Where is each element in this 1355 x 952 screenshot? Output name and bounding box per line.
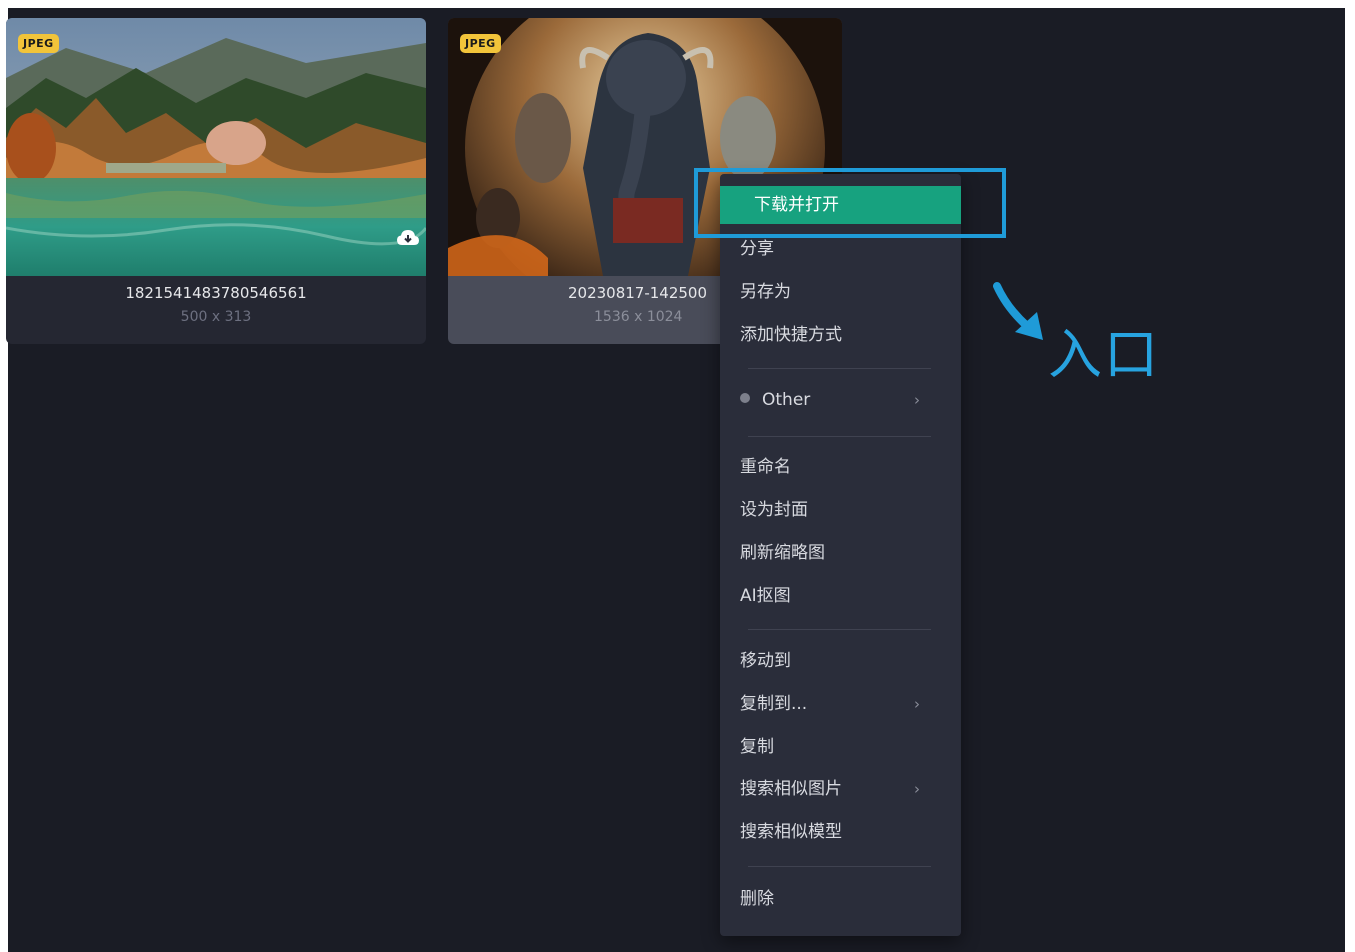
menu-separator <box>748 368 931 369</box>
menu-item-move-to[interactable]: 移动到 <box>740 642 960 680</box>
menu-item-rename[interactable]: 重命名 <box>740 448 960 486</box>
menu-item-save-as[interactable]: 另存为 <box>740 273 960 311</box>
menu-separator <box>748 629 931 630</box>
tag-dot-icon <box>740 393 750 403</box>
menu-item-set-cover[interactable]: 设为封面 <box>740 491 960 529</box>
cloud-download-icon[interactable] <box>396 227 420 251</box>
menu-separator <box>748 866 931 867</box>
menu-item-copy-to[interactable]: 复制到... › <box>740 685 960 723</box>
menu-item-add-shortcut[interactable]: 添加快捷方式 <box>740 316 960 354</box>
app-canvas: JPEG 1821541483780546561 500 x 313 JPEG … <box>6 8 1345 952</box>
chevron-right-icon: › <box>914 391 920 409</box>
chevron-right-icon: › <box>914 780 920 798</box>
menu-item-other[interactable]: Other › <box>740 381 960 419</box>
menu-separator <box>748 436 931 437</box>
file-type-badge: JPEG <box>18 34 59 53</box>
context-menu: 下载并打开 分享 另存为 添加快捷方式 Other › 重命名 设为封面 刷新缩… <box>720 174 961 936</box>
chevron-right-icon: › <box>914 695 920 713</box>
image-thumbnail-lake[interactable] <box>6 18 426 276</box>
menu-item-search-similar-images[interactable]: 搜索相似图片 › <box>740 770 960 808</box>
menu-item-copy-to-label: 复制到... <box>740 694 808 714</box>
menu-item-delete[interactable]: 删除 <box>740 880 960 918</box>
menu-item-refresh-thumbnail[interactable]: 刷新缩略图 <box>740 534 960 572</box>
file-type-badge: JPEG <box>460 34 501 53</box>
annotation-label: 入口 <box>1048 323 1160 386</box>
file-name: 1821541483780546561 <box>125 284 307 302</box>
image-card[interactable]: JPEG 1821541483780546561 500 x 313 <box>6 18 426 344</box>
menu-item-ai-cutout[interactable]: AI抠图 <box>740 577 960 615</box>
image-dimensions: 500 x 313 <box>180 309 252 325</box>
annotation-highlight-box <box>694 168 1006 238</box>
menu-item-search-similar-models[interactable]: 搜索相似模型 <box>740 813 960 851</box>
menu-item-other-label: Other <box>762 390 811 410</box>
menu-item-copy[interactable]: 复制 <box>740 728 960 766</box>
menu-item-search-similar-images-label: 搜索相似图片 <box>740 779 842 799</box>
arrow-down-right-icon <box>993 280 1049 344</box>
